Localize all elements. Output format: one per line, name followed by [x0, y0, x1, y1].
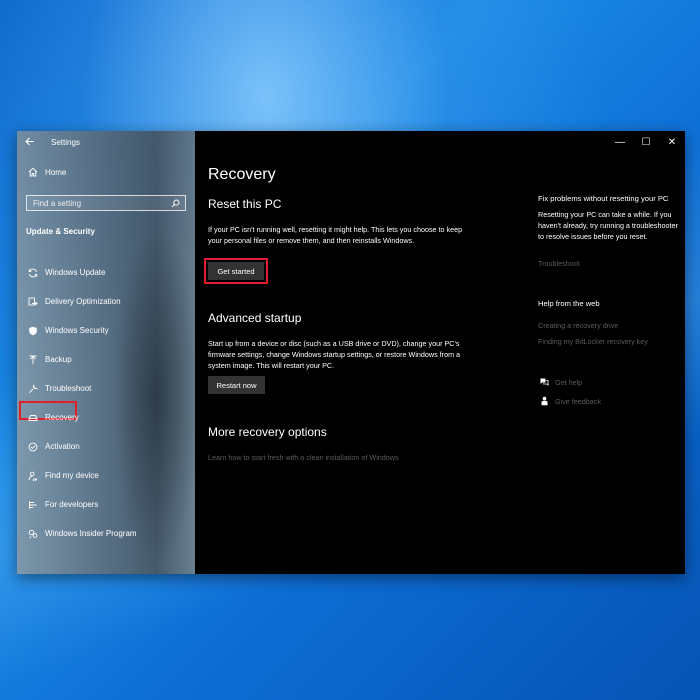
- sidebar-item-label: Activation: [45, 442, 80, 451]
- check-circle-icon: [25, 442, 41, 452]
- search-input[interactable]: [27, 198, 171, 208]
- title-bar: Settings: [17, 131, 195, 153]
- chat-help-icon: [538, 377, 550, 387]
- more-recovery-title: More recovery options: [208, 425, 327, 439]
- sidebar-item-delivery-optimization[interactable]: Delivery Optimization: [17, 287, 195, 316]
- window-controls: — ☐ ✕: [607, 131, 685, 153]
- sidebar-item-label: Backup: [45, 355, 72, 364]
- get-started-button[interactable]: Get started: [208, 262, 264, 280]
- maximize-button[interactable]: ☐: [633, 131, 659, 153]
- shield-icon: [25, 326, 41, 336]
- sidebar: Settings Home Update & Security Windows …: [17, 131, 202, 574]
- person-locate-icon: [25, 471, 41, 481]
- page-title: Recovery: [208, 166, 276, 183]
- advanced-startup-title: Advanced startup: [208, 311, 302, 325]
- nav-list: Windows Update Delivery Optimization Win…: [17, 258, 195, 548]
- restart-now-button[interactable]: Restart now: [208, 376, 265, 394]
- get-help-link[interactable]: Get help: [538, 377, 582, 387]
- sync-icon: [25, 268, 41, 278]
- sidebar-item-label: Delivery Optimization: [45, 297, 121, 306]
- window-title: Settings: [51, 137, 80, 147]
- sidebar-item-label: For developers: [45, 500, 99, 509]
- back-arrow-icon[interactable]: [25, 135, 41, 149]
- bitlocker-key-link[interactable]: Finding my BitLocker recovery key: [538, 337, 648, 346]
- close-button[interactable]: ✕: [659, 131, 685, 153]
- troubleshoot-link[interactable]: Troubleshoot: [538, 259, 580, 268]
- give-feedback-label: Give feedback: [555, 396, 601, 406]
- recovery-drive-link[interactable]: Creating a recovery drive: [538, 321, 618, 330]
- reset-description: If your PC isn't running well, resetting…: [208, 225, 463, 245]
- settings-window: Settings Home Update & Security Windows …: [17, 131, 685, 574]
- section-heading: Update & Security: [26, 227, 95, 236]
- minimize-button[interactable]: —: [607, 131, 633, 153]
- home-label: Home: [45, 167, 67, 177]
- clean-install-link[interactable]: Learn how to start fresh with a clean in…: [208, 453, 399, 462]
- sidebar-item-backup[interactable]: Backup: [17, 345, 195, 374]
- nav-home[interactable]: Home: [25, 167, 66, 177]
- sidebar-item-label: Windows Security: [45, 326, 109, 335]
- sidebar-item-troubleshoot[interactable]: Troubleshoot: [17, 374, 195, 403]
- sidebar-item-activation[interactable]: Activation: [17, 432, 195, 461]
- main-content: — ☐ ✕ Recovery Reset this PC If your PC …: [195, 131, 685, 574]
- insider-icon: [25, 529, 41, 539]
- backup-arrow-icon: [25, 355, 41, 365]
- sidebar-item-windows-update[interactable]: Windows Update: [17, 258, 195, 287]
- wrench-icon: [25, 384, 41, 394]
- fix-problems-title: Fix problems without resetting your PC: [538, 194, 669, 203]
- advanced-startup-description: Start up from a device or disc (such as …: [208, 339, 461, 370]
- get-help-label: Get help: [555, 377, 583, 387]
- give-feedback-link[interactable]: Give feedback: [538, 396, 601, 406]
- sidebar-item-recovery[interactable]: Recovery: [17, 403, 195, 432]
- home-icon: [25, 167, 41, 177]
- help-from-web-title: Help from the web: [538, 299, 600, 308]
- sidebar-item-windows-insider-program[interactable]: Windows Insider Program: [17, 519, 195, 548]
- recovery-drive-icon: [25, 413, 41, 423]
- sidebar-item-label: Recovery: [45, 413, 79, 422]
- reset-section-title: Reset this PC: [208, 197, 282, 211]
- sidebar-item-label: Windows Update: [45, 268, 106, 277]
- fix-problems-text: Resetting your PC can take a while. If y…: [538, 210, 678, 241]
- sidebar-item-find-my-device[interactable]: Find my device: [17, 461, 195, 490]
- sidebar-item-label: Windows Insider Program: [45, 529, 137, 538]
- search-icon[interactable]: [171, 199, 185, 208]
- sidebar-item-windows-security[interactable]: Windows Security: [17, 316, 195, 345]
- delivery-optimization-icon: [25, 297, 41, 307]
- search-box[interactable]: [26, 195, 186, 211]
- sidebar-item-label: Troubleshoot: [45, 384, 92, 393]
- sidebar-item-for-developers[interactable]: For developers: [17, 490, 195, 519]
- sidebar-item-label: Find my device: [45, 471, 99, 480]
- developer-tools-icon: [25, 500, 41, 510]
- feedback-icon: [538, 396, 550, 406]
